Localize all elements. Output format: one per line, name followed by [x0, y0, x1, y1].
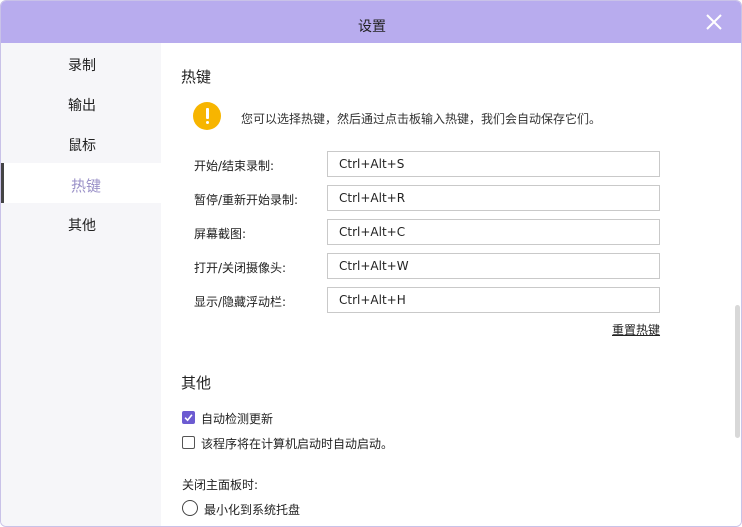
sidebar-item-mouse[interactable]: 鼠标 [1, 123, 161, 163]
close-icon [706, 14, 722, 30]
check-icon [184, 414, 193, 422]
auto-update-checkbox[interactable] [182, 411, 195, 424]
other-section-title: 其他 [181, 374, 212, 392]
hotkey-label: 屏幕截图: [194, 227, 247, 241]
minimize-to-tray-label: 最小化到系统托盘 [204, 503, 301, 517]
auto-start-checkbox[interactable] [182, 436, 195, 449]
minimize-to-tray-radio[interactable] [182, 500, 198, 516]
scrollbar[interactable] [733, 43, 741, 526]
sidebar-item-label: 鼠标 [68, 138, 96, 154]
hotkey-label: 开始/结束录制: [194, 159, 275, 173]
sidebar-item-other[interactable]: 其他 [1, 203, 161, 243]
hotkey-label: 显示/隐藏浮动栏: [194, 295, 287, 309]
hotkey-row-pause: 暂停/重新开始录制: [161, 185, 733, 211]
sidebar-item-label: 输出 [68, 98, 96, 114]
settings-window: 设置 录制 输出 鼠标 热键 其他 热键 您可以选择热键，然后通过点击板输入热键… [0, 0, 742, 527]
sidebar-item-output[interactable]: 输出 [1, 83, 161, 123]
warning-icon [193, 102, 221, 130]
sidebar-item-label: 录制 [68, 58, 96, 74]
hotkeys-section-title: 热键 [181, 68, 212, 86]
settings-content: 热键 您可以选择热键，然后通过点击板输入热键，我们会自动保存它们。 开始/结束录… [161, 43, 733, 526]
sidebar-item-record[interactable]: 录制 [1, 43, 161, 83]
sidebar-item-label: 热键 [71, 177, 102, 195]
hotkey-row-screenshot: 屏幕截图: [161, 219, 733, 245]
hotkey-label: 打开/关闭摄像头: [194, 261, 287, 275]
sidebar-item-label: 其他 [68, 218, 96, 234]
sidebar: 录制 输出 鼠标 热键 其他 [1, 43, 161, 526]
title-bar: 设置 [1, 1, 741, 43]
hotkey-row-record: 开始/结束录制: [161, 151, 733, 177]
hotkey-row-floatbar: 显示/隐藏浮动栏: [161, 287, 733, 313]
sidebar-item-hotkeys[interactable]: 热键 [1, 163, 161, 203]
close-button[interactable] [703, 11, 725, 33]
hotkey-input-pause[interactable] [327, 185, 660, 211]
hotkey-label: 暂停/重新开始录制: [194, 193, 299, 207]
hotkey-input-webcam[interactable] [327, 253, 660, 279]
hotkey-input-record[interactable] [327, 151, 660, 177]
close-panel-label: 关闭主面板时: [182, 478, 259, 492]
window-title: 设置 [358, 19, 386, 35]
auto-start-label: 该程序将在计算机启动时自动启动。 [201, 437, 394, 451]
hotkeys-notice: 您可以选择热键，然后通过点击板输入热键，我们会自动保存它们。 [241, 112, 602, 126]
hotkey-input-screenshot[interactable] [327, 219, 660, 245]
hotkey-input-floatbar[interactable] [327, 287, 660, 313]
scrollbar-thumb[interactable] [735, 305, 740, 438]
hotkey-row-webcam: 打开/关闭摄像头: [161, 253, 733, 279]
reset-hotkeys-link[interactable]: 重置热键 [612, 321, 660, 338]
auto-update-label: 自动检测更新 [201, 412, 274, 426]
